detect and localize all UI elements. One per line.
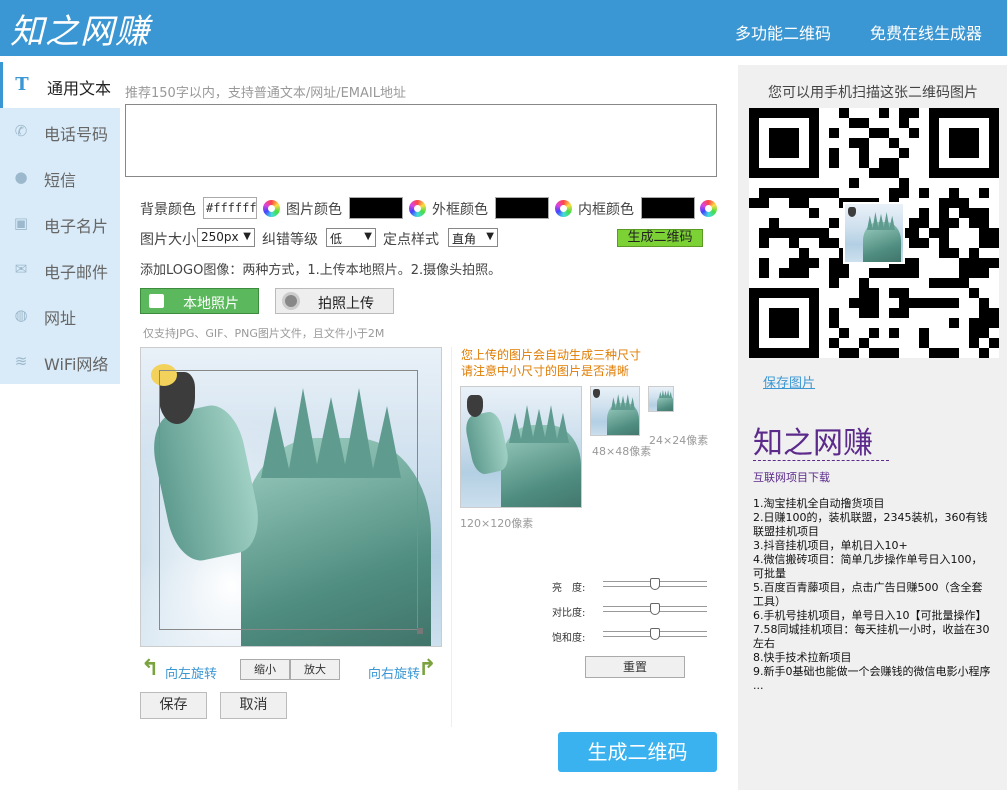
mail-icon: ✉ [14,260,28,278]
size-select[interactable]: 250px ▼ [197,228,255,247]
qr-logo-image [843,202,905,264]
rotate-right-icon[interactable]: ↱ [418,656,436,681]
file-support-note: 仅支持JPG、GIF、PNG图片文件，且文件小于2M [143,327,385,340]
contrast-slider[interactable] [603,603,707,615]
sidebar-item-text[interactable]: T 通用文本 [0,62,120,108]
zoom-out-button[interactable]: 缩小 [240,659,290,680]
ad-list[interactable]: 1.淘宝挂机全自动撸货项目 2.日赚100的，装机联盟，2345装机，360有钱… [753,497,991,693]
list-item[interactable]: 6.手机号挂机项目，单号日入10【可批量操作】 [753,609,991,623]
contrast-label: 对比度: [552,608,586,619]
crop-frame[interactable] [159,370,418,630]
sidebar-item-email[interactable]: ✉ 电子邮件 [0,246,120,292]
inner-color-input[interactable] [641,197,695,219]
header: 知之网赚 多功能二维码 免费在线生成器 [0,0,1007,56]
text-icon: T [15,74,29,95]
slider-knob[interactable] [650,628,660,640]
rotate-right-button[interactable]: 向右旋转 [368,663,420,682]
save-image-link[interactable]: 保存图片 [763,372,815,391]
slider-knob[interactable] [650,603,660,615]
rotate-left-icon[interactable]: ↰ [141,656,159,681]
webcam-icon [282,292,300,310]
sidebar: T 通用文本 ✆ 电话号码 ● 短信 ▣ 电子名片 ✉ 电子邮件 ◍ 网址 ≋ WiFi网络 [0,62,120,384]
reset-button[interactable]: 重置 [585,656,685,678]
local-photo-button[interactable]: 本地照片 [140,288,259,314]
saturation-label: 饱和度: [552,633,586,644]
chevron-down-icon: ▼ [243,231,251,242]
sidebar-item-vcard[interactable]: ▣ 电子名片 [0,200,120,246]
generate-qr-button[interactable]: 生成二维码 [558,732,717,772]
zoom-in-button[interactable]: 放大 [290,659,340,680]
globe-icon: ◍ [14,306,28,324]
sidebar-item-url[interactable]: ◍ 网址 [0,292,120,338]
add-logo-note: 添加LOGO图像：两种方式，1.上传本地照片。2.摄像头拍照。 [140,263,502,278]
brightness-slider[interactable] [603,578,707,590]
size-label: 图片大小 [140,232,196,248]
card-icon: ▣ [13,214,29,232]
sms-icon: ● [14,168,28,186]
nav-multifunction-qr[interactable]: 多功能二维码 [735,20,831,44]
crop-resize-handle[interactable] [417,628,423,634]
color-wheel-icon[interactable] [555,200,572,217]
list-item[interactable]: 8.快手技术拉新项目 [753,651,991,665]
size-24-label: 24×24像素 [649,434,709,447]
list-item[interactable]: 7.58同城挂机项目：每天挂机一小时，收益在30左右 [753,623,991,651]
ad-logo[interactable]: 知之网赚 [753,418,873,462]
input-hint: 推荐150字以内，支持普通文本/网址/EMAIL地址 [125,86,406,101]
list-item[interactable]: 4.微信搬砖项目：简单几步操作单号日入100，可批量 [753,553,991,581]
cancel-button[interactable]: 取消 [220,692,287,719]
inner-color-label: 内框颜色 [578,202,634,218]
bg-color-label: 背景颜色 [140,202,196,218]
ad-divider [753,460,889,461]
list-item[interactable]: 5.百度百青藤项目，点击广告日赚500（含全套工具） [753,581,991,609]
list-item[interactable]: 9.新手0基础也能做一个会赚钱的微信电影小程序 [753,665,991,679]
list-item[interactable]: 3.抖音挂机项目，单机日入10+ [753,539,991,553]
color-wheel-icon[interactable] [409,200,426,217]
preview-120 [460,386,582,508]
qr-code-image [749,108,999,358]
list-item[interactable]: ... [753,679,991,693]
ecc-label: 纠错等级 [262,232,318,248]
slider-knob[interactable] [650,578,660,590]
image-cropper[interactable] [140,347,442,647]
style-label: 定点样式 [383,232,439,248]
color-wheel-icon[interactable] [700,200,717,217]
save-button[interactable]: 保存 [140,692,207,719]
chevron-down-icon: ▼ [364,231,372,242]
outer-color-input[interactable] [495,197,549,219]
preview-48 [590,386,640,436]
sidebar-item-sms[interactable]: ● 短信 [0,154,120,200]
bg-color-input[interactable]: #ffffff [203,197,257,219]
img-color-input[interactable] [349,197,403,219]
divider [451,347,452,727]
nav-free-generator[interactable]: 免费在线生成器 [870,20,982,44]
saturation-slider[interactable] [603,628,707,640]
brightness-label: 亮 度: [552,583,586,594]
list-item[interactable]: 1.淘宝挂机全自动撸货项目 [753,497,991,511]
style-select[interactable]: 直角 ▼ [448,228,498,247]
chevron-down-icon: ▼ [486,231,494,242]
site-logo[interactable]: 知之网赚 [10,4,150,53]
camera-upload-button[interactable]: 拍照上传 [275,288,394,314]
ad-subtitle[interactable]: 互联网项目下载 [753,469,830,485]
image-icon [149,294,164,308]
outer-color-label: 外框颜色 [432,202,488,218]
wifi-icon: ≋ [14,352,28,370]
size-48-label: 48×48像素 [592,445,652,458]
rotate-left-button[interactable]: 向左旋转 [165,663,217,682]
scan-title: 您可以用手机扫描这张二维码图片 [768,85,978,101]
color-wheel-icon[interactable] [263,200,280,217]
list-item[interactable]: 2.日赚100的，装机联盟，2345装机，360有钱联盟挂机项目 [753,511,991,539]
img-color-label: 图片颜色 [286,202,342,218]
sidebar-item-wifi[interactable]: ≋ WiFi网络 [0,338,120,384]
sidebar-item-phone[interactable]: ✆ 电话号码 [0,108,120,154]
content-textarea[interactable] [125,104,717,177]
ecc-select[interactable]: 低 ▼ [326,228,376,247]
phone-icon: ✆ [14,122,28,140]
size-120-label: 120×120像素 [460,517,534,530]
generate-small-button[interactable]: 生成二维码 [617,229,703,247]
preview-note: 您上传的图片会自动生成三种尺寸 请注意中小尺寸的图片是否清晰 [461,348,642,378]
preview-24 [648,386,674,412]
